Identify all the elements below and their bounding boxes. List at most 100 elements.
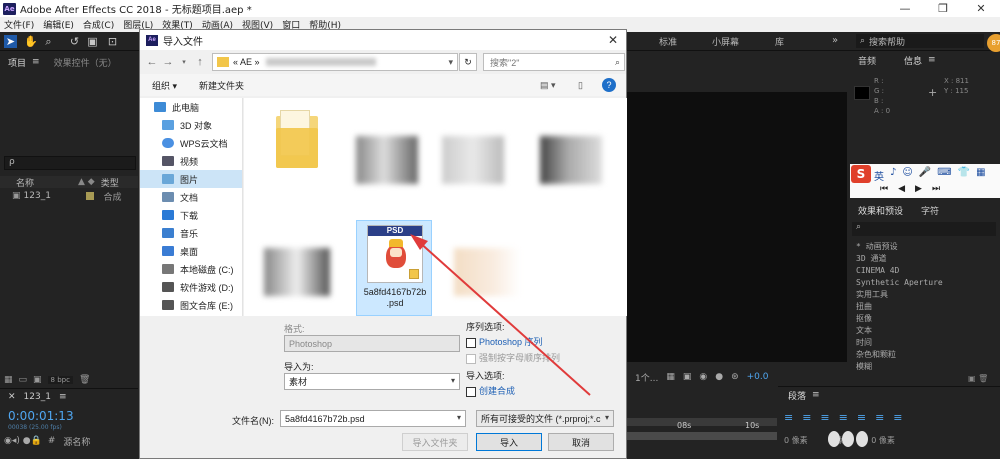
import-as-select[interactable]: 素材 ▾ <box>284 373 460 390</box>
blurred-thumbnail[interactable] <box>356 136 418 184</box>
view-mode-icon[interactable]: ▤ ▾ <box>540 80 556 91</box>
bpc-label[interactable]: 8 bpc <box>47 376 73 384</box>
timeline-comp-tab[interactable]: 123_1 <box>24 392 51 402</box>
tab-effects-controls[interactable]: 效果控件（无） <box>54 56 117 69</box>
cancel-button[interactable]: 取消 <box>548 433 614 451</box>
menu-composition[interactable]: 合成(C) <box>83 18 114 31</box>
back-arrow-icon[interactable]: ← <box>144 56 160 68</box>
workspace-library-tab[interactable]: 库 <box>775 35 784 48</box>
recent-chevron-icon[interactable]: ▾ <box>176 58 192 66</box>
up-arrow-icon[interactable]: ↑ <box>192 56 208 68</box>
filename-input[interactable]: 5a8fd4167b72b.psd ▾ <box>280 410 466 427</box>
create-composition-checkbox[interactable]: 创建合成 <box>466 384 515 397</box>
folder-item[interactable] <box>276 110 320 170</box>
col-type[interactable]: 类型 <box>101 176 119 189</box>
close-button[interactable]: ✕ <box>962 0 1000 17</box>
resolution-select[interactable]: 1个... <box>635 371 658 384</box>
blurred-thumbnail[interactable] <box>540 136 602 184</box>
effects-item[interactable]: 3D 通道 <box>850 252 1000 264</box>
menu-file[interactable]: 文件(F) <box>4 18 34 31</box>
tree-item[interactable]: 视频 <box>140 152 242 170</box>
import-folder-button[interactable]: 导入文件夹 <box>402 433 468 451</box>
effects-item[interactable]: * 动画预设 <box>850 240 1000 252</box>
import-button[interactable]: 导入 <box>476 433 542 451</box>
close-tab-icon[interactable]: ✕ <box>8 392 16 402</box>
sogou-logo-icon[interactable]: S <box>851 165 871 183</box>
camera-tool-icon[interactable]: ▣ <box>86 35 99 48</box>
composition-canvas[interactable] <box>627 92 847 362</box>
interpret-footage-icon[interactable]: ▦ <box>4 375 13 385</box>
hamburger-icon[interactable]: ≡ <box>59 392 67 402</box>
ime-lang-toggle[interactable]: 英 <box>874 168 884 183</box>
menu-edit[interactable]: 编辑(E) <box>43 18 74 31</box>
tree-item[interactable]: 桌面 <box>140 242 242 260</box>
hand-tool-icon[interactable]: ✋ <box>24 35 38 48</box>
workspace-small-screen-tab[interactable]: 小屏幕 <box>712 35 739 48</box>
media-controls-icon[interactable]: ⏮◀▶⏭ <box>880 184 950 194</box>
tree-item[interactable]: 本地磁盘 (C:) <box>140 260 242 278</box>
tab-project[interactable]: 项目 <box>8 56 26 69</box>
tree-item[interactable]: 文档 <box>140 188 242 206</box>
refresh-button[interactable]: ↻ <box>459 53 477 71</box>
panel-footer-icon[interactable]: ▣ 🗑 <box>968 374 988 383</box>
tree-item[interactable]: 软件游戏 (D:) <box>140 278 242 296</box>
workspace-standard-tab[interactable]: 标准 <box>659 35 677 48</box>
pan-behind-tool-icon[interactable]: ⊡ <box>106 35 119 48</box>
tree-item[interactable]: 此电脑 <box>140 98 242 116</box>
blurred-thumbnail[interactable] <box>454 248 520 296</box>
tab-paragraph[interactable]: 段落 <box>788 389 806 402</box>
photoshop-sequence-checkbox[interactable]: Photoshop 序列 <box>466 335 543 348</box>
ime-tools-icon[interactable]: ♪☺🎤⌨👕▦ <box>890 167 992 178</box>
tab-info[interactable]: 信息 <box>904 54 922 67</box>
new-folder-button[interactable]: 新建文件夹 <box>199 79 244 92</box>
address-dropdown-icon[interactable]: ▾ <box>448 57 453 68</box>
trash-icon[interactable]: 🗑 <box>79 375 90 385</box>
hamburger-icon[interactable]: ≡ <box>812 390 820 400</box>
effects-item[interactable]: 模糊 <box>850 360 1000 372</box>
new-comp-icon[interactable]: ▣ <box>33 375 42 385</box>
region-icon[interactable]: ▦ <box>666 372 675 382</box>
blurred-thumbnail[interactable] <box>442 136 504 184</box>
indent-first-value[interactable]: 0 像素 <box>871 435 895 446</box>
selection-tool-icon[interactable]: ➤ <box>4 35 17 48</box>
user-avatar[interactable]: 87 <box>987 34 1000 52</box>
dialog-close-button[interactable]: ✕ <box>608 33 618 47</box>
time-navigator[interactable] <box>627 432 777 440</box>
grid-icon[interactable]: ▣ <box>683 372 692 382</box>
forward-arrow-icon[interactable]: → <box>160 56 176 68</box>
effects-item[interactable]: 扭曲 <box>850 300 1000 312</box>
rotate-tool-icon[interactable]: ↺ <box>68 35 81 48</box>
exposure-icon[interactable]: ⊛ <box>731 372 739 382</box>
camera-icon[interactable]: ◉ <box>699 372 707 382</box>
tree-item[interactable]: 下载 <box>140 206 242 224</box>
overflow-icon[interactable]: » <box>832 35 838 46</box>
preview-pane-icon[interactable]: ▯ <box>578 80 583 91</box>
tab-character[interactable]: 字符 <box>921 204 939 217</box>
effects-search-input[interactable]: ⌕ <box>852 222 996 236</box>
color-icon[interactable]: ● <box>715 372 723 382</box>
exposure-value[interactable]: +0.0 <box>747 372 769 382</box>
zoom-tool-icon[interactable]: ⌕ <box>42 35 55 48</box>
filetype-select[interactable]: 所有可接受的文件 (*.prproj;*.c ▾ <box>476 410 614 427</box>
effects-item[interactable]: 文本 <box>850 324 1000 336</box>
tab-effects-presets[interactable]: 效果和预设 <box>858 204 903 217</box>
dialog-search-input[interactable]: 搜索"2" ⌕ <box>483 53 625 71</box>
blurred-thumbnail[interactable] <box>264 248 330 296</box>
timecode-display[interactable]: 0:00:01:13 <box>8 409 74 423</box>
av-switches-icon[interactable]: ◉◂) ●🔒 <box>4 436 42 446</box>
col-name[interactable]: 名称 <box>0 176 78 189</box>
tree-item[interactable]: WPS云文档 <box>140 134 242 152</box>
help-icon[interactable]: ? <box>602 78 616 92</box>
hamburger-icon[interactable]: ≡ <box>928 55 936 65</box>
effects-item[interactable]: Synthetic Aperture <box>850 276 1000 288</box>
effects-item[interactable]: 时间 <box>850 336 1000 348</box>
selected-psd-file[interactable]: PSD 5a8fd4167b72b .psd <box>356 220 432 316</box>
new-folder-icon[interactable]: ▭ <box>19 375 28 385</box>
search-help-box[interactable]: ⌕ 搜索帮助 <box>856 34 984 48</box>
restore-button[interactable]: ❐ <box>924 0 962 17</box>
tree-item[interactable]: 图文合库 (E:) <box>140 296 242 314</box>
tab-audio[interactable]: 音频 <box>858 54 876 67</box>
project-search-input[interactable]: ρ <box>4 156 136 170</box>
hamburger-icon[interactable]: ≡ <box>32 57 40 67</box>
address-bar[interactable]: « AE » ▾ <box>212 53 458 71</box>
